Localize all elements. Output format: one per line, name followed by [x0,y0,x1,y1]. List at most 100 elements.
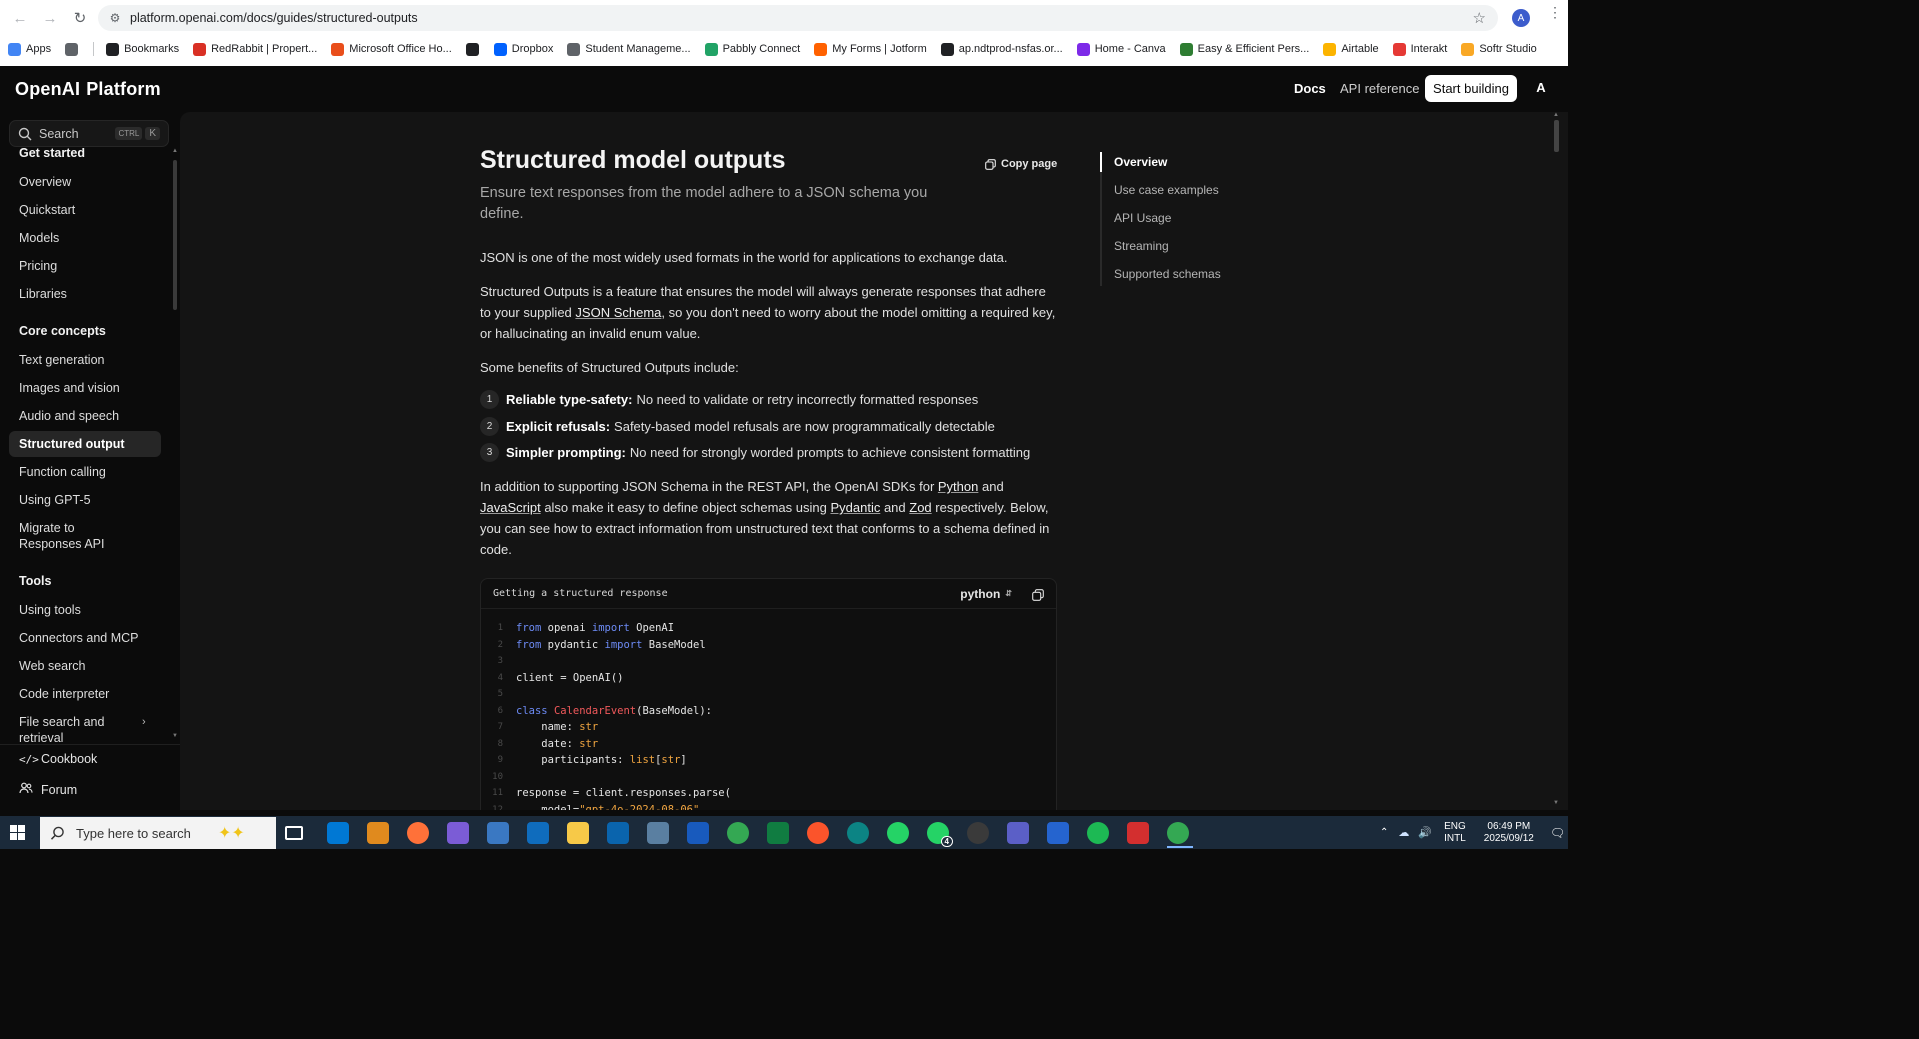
start-building-button[interactable]: Start building [1425,75,1517,102]
user-avatar[interactable]: A [1530,76,1552,98]
speaker-icon[interactable]: 🔊 [1418,826,1432,839]
onedrive-icon[interactable] [527,822,549,844]
bookmark-tab-groups[interactable] [65,42,83,56]
bookmark-office[interactable]: Microsoft Office Ho... [331,42,452,56]
main-scrollbar[interactable] [1554,120,1559,152]
sidebar-item-migrate-to-responses-api[interactable]: Migrate to Responses API [19,520,139,552]
sidebar-item-structured-output[interactable]: Structured output [9,431,161,457]
sidebar-item-libraries[interactable]: Libraries [19,286,159,302]
bookmark-softr[interactable]: Softr Studio [1461,42,1537,56]
code-block[interactable]: 1 from openai import OpenAI 2 from pydantic… [481,620,1056,810]
forward-arrow-icon[interactable]: → [38,6,62,30]
chrome-profile-icon[interactable] [1167,822,1189,844]
copy-page-button[interactable]: Copy page [985,158,1057,170]
sidebar-item-web-search[interactable]: Web search [19,658,159,674]
toc-item-supported-schemas[interactable]: Supported schemas [1114,267,1221,281]
json-schema-link[interactable]: JSON Schema [575,305,661,320]
notifications-icon[interactable]: 🗨 [1550,826,1565,840]
todo-icon[interactable] [1047,822,1069,844]
cookbook-link[interactable]: </> Cookbook [19,752,97,766]
zod-link[interactable]: Zod [909,500,931,515]
sidebar-item-function-calling[interactable]: Function calling [19,464,159,480]
browser-menu-icon[interactable]: ⋮ [1548,5,1562,19]
forum-link[interactable]: Forum [19,782,77,797]
network-app-icon[interactable] [647,822,669,844]
pdf-editor-icon[interactable] [1127,822,1149,844]
back-arrow-icon[interactable]: ← [8,6,32,30]
toc-item-overview[interactable]: Overview [1114,155,1167,169]
sidebar-item-quickstart[interactable]: Quickstart [19,202,159,218]
main-scroll-up-icon[interactable]: ▲ [1553,112,1559,118]
sidebar-scrollbar[interactable] [173,160,177,310]
nav-api-reference-link[interactable]: API reference [1340,81,1420,96]
whatsapp-icon[interactable] [887,822,909,844]
media-player-icon[interactable] [367,822,389,844]
bookmark-interakt[interactable]: Interakt [1392,42,1447,56]
microsoft-store-icon[interactable] [327,822,349,844]
sidebar-item-images-and-vision[interactable]: Images and vision [19,380,159,396]
language-selector[interactable]: python ⇵ [960,587,1012,601]
outlook-icon[interactable] [607,822,629,844]
python-link[interactable]: Python [938,479,978,494]
bookmark-dropbox[interactable]: Dropbox [493,42,553,56]
file-explorer-icon[interactable] [567,822,589,844]
edge-icon[interactable] [847,822,869,844]
clock[interactable]: 06:49 PM 2025/09/12 [1484,821,1534,845]
bookmark-apps-grid[interactable]: Apps [8,42,51,56]
bookmark-canva[interactable]: Home - Canva [1076,42,1166,56]
bookmark-star[interactable]: Bookmarks [106,42,179,56]
sidebar-item-file-search-and-retrieval[interactable]: File search and retrieval [19,714,139,742]
address-bar[interactable]: ⚙ platform.openai.com/docs/guides/struct… [98,5,1498,31]
task-view-icon[interactable] [285,826,303,840]
bookmark-pabbly[interactable]: Pabbly Connect [704,42,800,56]
windows-start-icon[interactable] [10,825,25,840]
reload-icon[interactable]: ↻ [68,6,92,30]
bookmark-jotform[interactable]: My Forms | Jotform [814,42,927,56]
chevron-right-icon[interactable]: › [142,716,146,728]
javascript-link[interactable]: JavaScript [480,500,541,515]
toc-item-streaming[interactable]: Streaming [1114,239,1169,253]
toc-item-use-case-examples[interactable]: Use case examples [1114,183,1219,197]
sidebar-item-audio-and-speech[interactable]: Audio and speech [19,408,159,424]
word-icon[interactable] [687,822,709,844]
chrome-icon[interactable] [727,822,749,844]
microsoft-365-icon[interactable] [447,822,469,844]
firefox-icon[interactable] [407,822,429,844]
sidebar-item-pricing[interactable]: Pricing [19,258,159,274]
sidebar-item-connectors-and-mcp[interactable]: Connectors and MCP [19,630,159,646]
docs-search-input[interactable]: Search CTRL K [9,120,169,147]
excel-icon[interactable] [767,822,789,844]
onedrive-cloud-icon[interactable]: ☁ [1398,826,1409,839]
bookmark-star-icon[interactable]: ☆ [1473,9,1486,27]
bookmark-nsfas[interactable]: ap.ndtprod-nsfas.or... [940,42,1063,56]
bookmark-redrabbit[interactable]: RedRabbit | Propert... [193,42,317,56]
bookmark-airtable[interactable]: Airtable [1323,42,1379,56]
tray-chevron-up-icon[interactable]: ⌃ [1380,827,1388,838]
main-scroll-down-icon[interactable]: ▼ [1553,800,1559,806]
scroll-up-arrow-icon[interactable]: ▲ [172,148,178,154]
nav-docs-link[interactable]: Docs [1294,81,1326,96]
sidebar-item-models[interactable]: Models [19,230,159,246]
openai-platform-logo[interactable]: OpenAI Platform [15,79,161,100]
taskbar-search-input[interactable]: Type here to search ✦✦ [40,817,276,849]
bookmark-globe[interactable] [465,42,484,56]
pydantic-link[interactable]: Pydantic [830,500,880,515]
whatsapp-business-icon[interactable]: 4 [927,822,953,847]
teams-icon[interactable] [1007,822,1029,844]
sidebar-item-using-gpt-5[interactable]: Using GPT-5 [19,492,159,508]
spotify-icon[interactable] [1087,822,1109,844]
input-language[interactable]: ENG INTL [1444,821,1466,845]
calculator-icon[interactable] [487,822,509,844]
toc-item-api-usage[interactable]: API Usage [1114,211,1171,225]
bookmark-easy-efficient[interactable]: Easy & Efficient Pers... [1179,42,1309,56]
whatsapp-2-icon[interactable] [967,822,989,844]
copy-code-icon[interactable] [1032,588,1044,601]
url-text[interactable]: platform.openai.com/docs/guides/structur… [130,11,1473,25]
sidebar-item-using-tools[interactable]: Using tools [19,602,159,618]
sidebar-item-overview[interactable]: Overview [19,174,159,190]
browser-profile-avatar[interactable]: A [1512,9,1530,27]
scroll-down-arrow-icon[interactable]: ▼ [172,733,178,739]
bookmark-student-mgmt[interactable]: Student Manageme... [567,42,691,56]
sidebar-item-text-generation[interactable]: Text generation [19,352,159,368]
site-settings-icon[interactable]: ⚙ [108,11,122,25]
